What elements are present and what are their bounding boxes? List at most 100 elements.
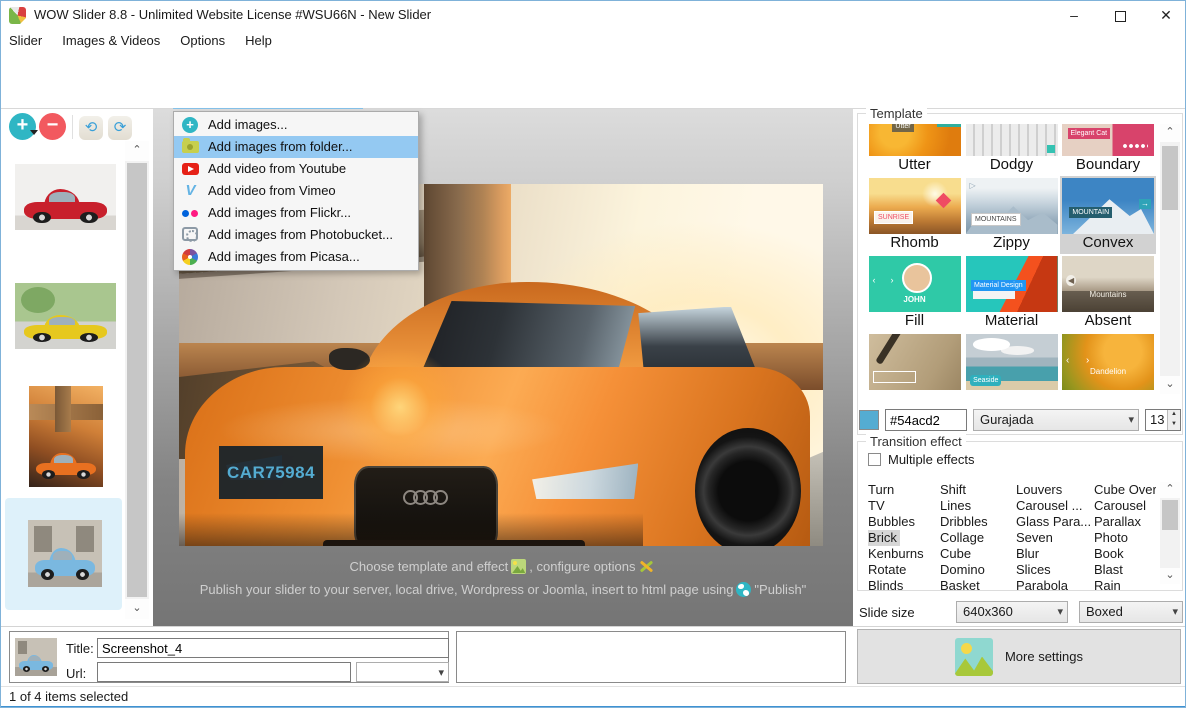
effect-item[interactable]: Cube [940,546,1016,562]
effect-item[interactable]: Slices [1016,562,1094,578]
rotate-right-button[interactable]: ⟳ [108,116,132,140]
slide-thumbnail-red-classic-car[interactable] [15,164,116,230]
menu-add-video-vimeo[interactable]: V Add video from Vimeo [174,180,418,202]
effect-item[interactable]: Rain [1094,578,1156,590]
effect-item[interactable]: Blinds [868,578,940,590]
template-item-row4-3[interactable]: Dandelion [1060,332,1156,394]
menu-add-images-picasa[interactable]: Add images from Picasa... [174,246,418,268]
menu-slider[interactable]: Slider [9,29,52,53]
tools-icon [639,559,654,574]
effect-item[interactable]: Seven [1016,530,1094,546]
scrollbar-thumb[interactable] [1162,500,1178,530]
scroll-up-icon[interactable]: ⌃ [1160,482,1180,498]
slide-thumbnail-orange-car-bridge[interactable] [29,386,103,487]
template-item-dodgy[interactable]: Dodgy [963,124,1060,176]
effect-item[interactable]: Photo [1094,530,1156,546]
effect-item-brick-selected[interactable]: Brick [868,530,900,546]
slide-thumbnail-yellow-sports-car[interactable] [15,283,116,349]
url-input[interactable] [97,662,351,682]
effect-item[interactable]: Carousel [1094,498,1156,514]
add-slide-button[interactable]: + [9,113,36,140]
scroll-down-icon[interactable]: ⌄ [1160,376,1180,394]
plus-circle-icon: + [182,117,198,133]
description-box[interactable] [456,631,846,683]
menu-add-images-photobucket[interactable]: Add images from Photobucket... [174,224,418,246]
selected-slide-mini-thumbnail [15,638,57,676]
effect-item[interactable]: Lines [940,498,1016,514]
effect-item[interactable]: Kenburns [868,546,940,562]
effect-item[interactable]: Bubbles [868,514,940,530]
scroll-down-icon[interactable]: ⌄ [1160,568,1180,584]
effects-scrollbar[interactable]: ⌃ ⌄ [1160,482,1180,584]
template-item-zippy[interactable]: MOUNTAINS Zippy [963,176,1060,254]
effect-item[interactable]: Shift [940,482,1016,498]
effects-list: Turn Shift Louvers Cube Over TV Lines Ca… [868,482,1156,590]
spinner-down-icon[interactable]: ▼ [1167,420,1180,430]
menu-item-label: Add images... [208,117,288,132]
slide-caption[interactable]: CAR75984 [219,446,323,499]
url-target-select[interactable] [356,662,449,682]
orange-car-illustration [185,282,810,546]
template-item-fill[interactable]: JOHN Fill [866,254,963,332]
effect-item[interactable]: Book [1094,546,1156,562]
effect-item[interactable]: Glass Para... [1016,514,1094,530]
menu-options[interactable]: Options [170,29,235,53]
template-scrollbar[interactable]: ⌃ ⌄ [1160,124,1180,394]
effect-item[interactable]: Collage [940,530,1016,546]
sidebar-scrollbar[interactable]: ⌃ ⌄ [125,141,149,619]
caption-color-swatch[interactable] [859,410,879,430]
scrollbar-thumb[interactable] [127,163,147,597]
caption-font-select[interactable]: Gurajada [973,409,1139,431]
effect-item[interactable]: Turn [868,482,940,498]
effect-item[interactable]: Blast [1094,562,1156,578]
slide-thumbnail-blue-compact-car[interactable] [28,520,102,587]
menu-help[interactable]: Help [235,29,282,53]
menu-add-video-youtube[interactable]: Add video from Youtube [174,158,418,180]
slide-mode-select[interactable]: Boxed [1079,601,1183,623]
effect-item[interactable]: TV [868,498,940,514]
effect-item[interactable]: Dribbles [940,514,1016,530]
effect-item[interactable]: Parallax [1094,514,1156,530]
more-settings-button[interactable]: More settings [857,629,1181,684]
template-item-material[interactable]: Material Design Material [963,254,1060,332]
scrollbar-thumb[interactable] [1162,146,1178,210]
effect-item[interactable]: Louvers [1016,482,1094,498]
minimize-button[interactable]: – [1057,1,1091,29]
font-size-spinner[interactable]: 13 ▲ ▼ [1145,409,1181,431]
effect-item[interactable]: Basket [940,578,1016,590]
template-item-row4-2[interactable]: Seaside [963,332,1060,394]
spinner-up-icon[interactable]: ▲ [1167,410,1180,420]
scroll-up-icon[interactable]: ⌃ [125,141,149,161]
template-item-utter[interactable]: Utter Utter [866,124,963,176]
menu-add-images-from-folder[interactable]: Add images from folder... [174,136,418,158]
template-item-row4-1[interactable] [866,332,963,394]
close-button[interactable]: ✕ [1149,1,1183,29]
caption-color-input[interactable] [885,409,967,431]
remove-slide-button[interactable]: − [39,113,66,140]
maximize-button[interactable] [1103,1,1137,29]
template-item-rhomb[interactable]: SUNRISE Rhomb [866,176,963,254]
rotate-left-button[interactable]: ⟲ [79,116,103,140]
effect-item[interactable]: Domino [940,562,1016,578]
effect-item[interactable]: Cube Over [1094,482,1156,498]
menu-add-images[interactable]: + Add images... [174,114,418,136]
effect-item[interactable]: Blur [1016,546,1094,562]
menu-item-label: Add images from Flickr... [208,205,351,220]
multiple-effects-checkbox[interactable] [868,453,881,466]
title-input[interactable] [97,638,449,658]
menu-item-label: Add images from Photobucket... [208,227,393,242]
menu-images-videos[interactable]: Images & Videos [52,29,170,53]
slide-size-select[interactable]: 640x360 [956,601,1068,623]
template-item-convex-selected[interactable]: MOUNTAIN Convex [1060,176,1156,254]
template-item-absent[interactable]: Mountains Absent [1060,254,1156,332]
menu-add-images-flickr[interactable]: Add images from Flickr... [174,202,418,224]
hint-text: , configure options [529,559,635,574]
scroll-up-icon[interactable]: ⌃ [1160,124,1180,142]
template-item-boundary[interactable]: Elegant Cat Boundary [1060,124,1156,176]
effect-item[interactable]: Carousel ... [1016,498,1094,514]
scroll-down-icon[interactable]: ⌄ [125,599,149,619]
effect-item[interactable]: Rotate [868,562,940,578]
title-label: Title: [66,641,94,656]
effect-item[interactable]: Parabola [1016,578,1094,590]
status-bar: 1 of 4 items selected [1,686,1186,708]
